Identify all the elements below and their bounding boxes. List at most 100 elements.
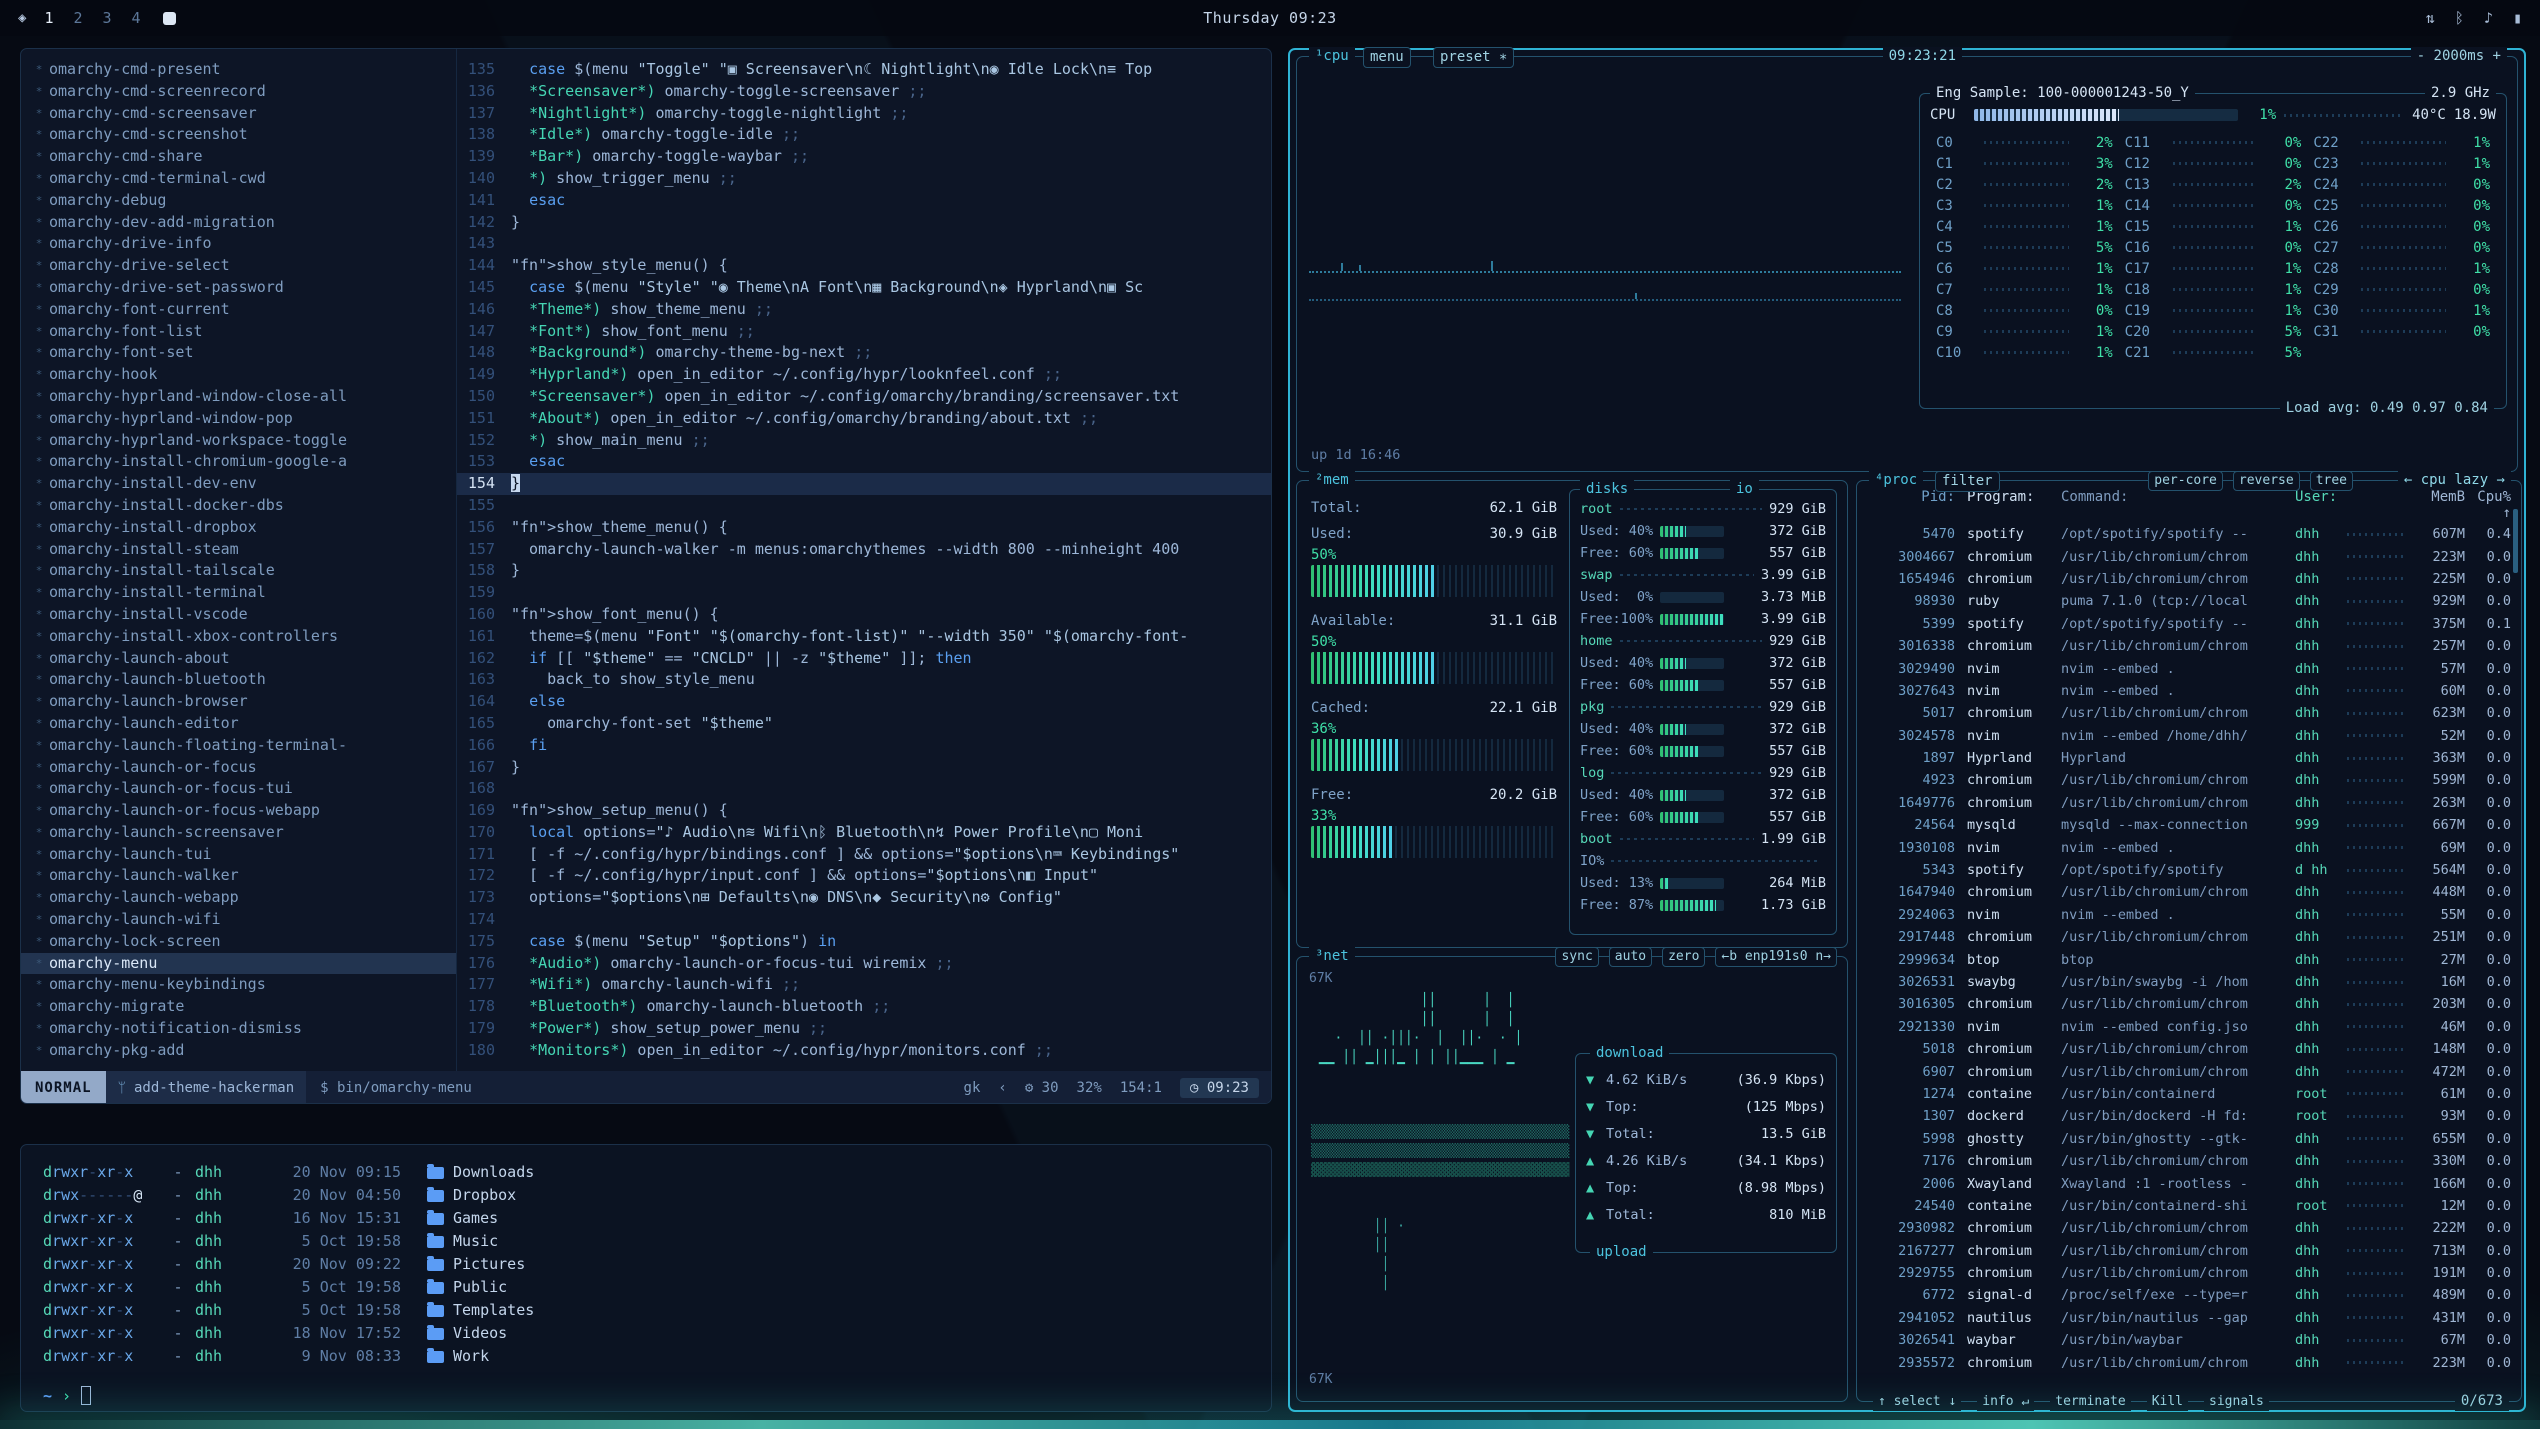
file-row[interactable]: drwxr-xr-x-dhh16 Nov 15:31Games	[43, 1207, 1249, 1230]
code-line[interactable]: 177 *Wifi*) omarchy-launch-wifi ;;	[457, 974, 1271, 996]
tree-item[interactable]: *omarchy-debug	[21, 190, 456, 212]
tree-item[interactable]: *omarchy-hook	[21, 364, 456, 386]
header-mem[interactable]: MemB	[2409, 489, 2465, 521]
code-line[interactable]: 156"fn">show_theme_menu() {	[457, 517, 1271, 539]
proc-footer-terminate[interactable]: terminate	[2050, 1393, 2130, 1411]
process-row[interactable]: 5018chromium/usr/lib/chromium/chromdhh14…	[1867, 1038, 2511, 1060]
process-row[interactable]: 3026541waybar/usr/bin/waybardhh67M0.0	[1867, 1329, 2511, 1351]
network-arrows-icon[interactable]: ⇅	[2426, 9, 2435, 27]
tree-item[interactable]: *omarchy-launch-browser	[21, 691, 456, 713]
tree-item[interactable]: *omarchy-drive-select	[21, 255, 456, 277]
file-row[interactable]: drwxr-xr-x-dhh5 Oct 19:58Music	[43, 1230, 1249, 1253]
tree-item[interactable]: *omarchy-migrate	[21, 996, 456, 1018]
code-editor[interactable]: 135 case $(menu "Toggle" "▣ Screensaver\…	[457, 49, 1271, 1071]
process-row[interactable]: 3024578nvimnvim --embed /home/dhh/dhh52M…	[1867, 725, 2511, 747]
tree-item[interactable]: *omarchy-dev-add-migration	[21, 212, 456, 234]
code-line[interactable]: 163 back_to show_style_menu	[457, 669, 1271, 691]
process-row[interactable]: 4923chromium/usr/lib/chromium/chromdhh59…	[1867, 769, 2511, 791]
process-row[interactable]: 24564mysqldmysqld --max-connection999667…	[1867, 814, 2511, 836]
tree-item[interactable]: *omarchy-launch-or-focus	[21, 757, 456, 779]
tree-item[interactable]: *omarchy-drive-set-password	[21, 277, 456, 299]
tree-item[interactable]: *omarchy-launch-wifi	[21, 909, 456, 931]
battery-icon[interactable]: ▮	[2513, 9, 2522, 27]
code-line[interactable]: 160"fn">show_font_menu() {	[457, 604, 1271, 626]
tree-item[interactable]: *omarchy-launch-floating-terminal-	[21, 735, 456, 757]
tree-item[interactable]: *omarchy-drive-info	[21, 233, 456, 255]
code-line[interactable]: 136 *Screensaver*) omarchy-toggle-screen…	[457, 81, 1271, 103]
process-row[interactable]: 2006XwaylandXwayland :1 -rootless -dhh16…	[1867, 1172, 2511, 1194]
tree-item[interactable]: *omarchy-install-steam	[21, 539, 456, 561]
proc-footer--select-[interactable]: ↑ select ↓	[1873, 1393, 1961, 1411]
code-line[interactable]: 153 esac	[457, 451, 1271, 473]
workspace-4[interactable]: 4	[132, 9, 141, 27]
tree-item[interactable]: *omarchy-install-dropbox	[21, 517, 456, 539]
proc-footer-info-[interactable]: info ↵	[1977, 1393, 2034, 1411]
code-line[interactable]: 149 *Hyprland*) open_in_editor ~/.config…	[457, 364, 1271, 386]
tree-item[interactable]: *omarchy-install-vscode	[21, 604, 456, 626]
header-pid[interactable]: Pid:	[1867, 489, 1955, 521]
tree-item[interactable]: *omarchy-launch-editor	[21, 713, 456, 735]
tree-item[interactable]: *omarchy-launch-screensaver	[21, 822, 456, 844]
update-interval-control[interactable]: - 2000ms +	[2411, 47, 2507, 66]
process-row[interactable]: 5998ghostty/usr/bin/ghostty --gtk-dhh655…	[1867, 1128, 2511, 1150]
code-line[interactable]: 161 theme=$(menu "Font" "$(omarchy-font-…	[457, 626, 1271, 648]
process-row[interactable]: 2167277chromium/usr/lib/chromium/chromdh…	[1867, 1240, 2511, 1262]
code-line[interactable]: 139 *Bar*) omarchy-toggle-waybar ;;	[457, 146, 1271, 168]
code-line[interactable]: 135 case $(menu "Toggle" "▣ Screensaver\…	[457, 59, 1271, 81]
code-line[interactable]: 154}	[457, 473, 1271, 495]
code-line[interactable]: 138 *Idle*) omarchy-toggle-idle ;;	[457, 124, 1271, 146]
header-user[interactable]: User:	[2295, 489, 2347, 521]
tree-item[interactable]: *omarchy-font-list	[21, 321, 456, 343]
tree-item[interactable]: *omarchy-cmd-share	[21, 146, 456, 168]
proc-footer-signals[interactable]: signals	[2204, 1393, 2269, 1411]
file-row[interactable]: drwxr-xr-x-dhh5 Oct 19:58Templates	[43, 1299, 1249, 1322]
tree-item[interactable]: *omarchy-font-set	[21, 342, 456, 364]
code-line[interactable]: 178 *Bluetooth*) omarchy-launch-bluetoot…	[457, 996, 1271, 1018]
process-row[interactable]: 2924063nvimnvim --embed .dhh55M0.0	[1867, 904, 2511, 926]
tree-item[interactable]: *omarchy-launch-or-focus-tui	[21, 778, 456, 800]
tree-item[interactable]: *omarchy-lock-screen	[21, 931, 456, 953]
process-row[interactable]: 2935572chromium/usr/lib/chromium/chromdh…	[1867, 1351, 2511, 1373]
process-row[interactable]: 1897HyprlandHyprlanddhh363M0.0	[1867, 747, 2511, 769]
tree-item[interactable]: *omarchy-install-docker-dbs	[21, 495, 456, 517]
tree-item[interactable]: *omarchy-launch-walker	[21, 865, 456, 887]
code-line[interactable]: 147 *Font*) show_font_menu ;;	[457, 321, 1271, 343]
tree-item[interactable]: *omarchy-cmd-screenshot	[21, 124, 456, 146]
code-line[interactable]: 176 *Audio*) omarchy-launch-or-focus-tui…	[457, 953, 1271, 975]
tree-item[interactable]: *omarchy-menu	[21, 953, 456, 975]
proc-control-tree[interactable]: tree	[2310, 471, 2353, 491]
file-row[interactable]: drwxr-xr-x-dhh9 Nov 08:33Work	[43, 1345, 1249, 1368]
process-row[interactable]: 1647940chromium/usr/lib/chromium/chromdh…	[1867, 881, 2511, 903]
file-row[interactable]: drwxr-xr-x-dhh20 Nov 09:15Downloads	[43, 1161, 1249, 1184]
shell-prompt[interactable]: ~ ›	[43, 1386, 1249, 1405]
process-row[interactable]: 3026531swaybg/usr/bin/swaybg -i /homdhh1…	[1867, 971, 2511, 993]
code-line[interactable]: 168	[457, 778, 1271, 800]
proc-control-reverse[interactable]: reverse	[2233, 471, 2300, 491]
tree-item[interactable]: *omarchy-launch-webapp	[21, 887, 456, 909]
code-line[interactable]: 172 [ -f ~/.config/hypr/input.conf ] && …	[457, 865, 1271, 887]
process-row[interactable]: 2929755chromium/usr/lib/chromium/chromdh…	[1867, 1262, 2511, 1284]
scrollbar[interactable]	[2513, 509, 2518, 573]
tree-item[interactable]: *omarchy-launch-bluetooth	[21, 669, 456, 691]
code-line[interactable]: 179 *Power*) show_setup_power_menu ;;	[457, 1018, 1271, 1040]
process-row[interactable]: 3027643nvimnvim --embed .dhh60M0.0	[1867, 680, 2511, 702]
bluetooth-icon[interactable]: ᛒ	[2455, 9, 2464, 27]
header-cpu[interactable]: Cpu% ↑	[2465, 489, 2511, 521]
code-line[interactable]: 150 *Screensaver*) open_in_editor ~/.con…	[457, 386, 1271, 408]
clock[interactable]: Thursday 09:23	[1203, 9, 1336, 27]
header-program[interactable]: Program:	[1955, 489, 2061, 521]
tree-item[interactable]: *omarchy-install-tailscale	[21, 560, 456, 582]
volume-icon[interactable]: ♪	[2484, 9, 2493, 27]
code-line[interactable]: 171 [ -f ~/.config/hypr/bindings.conf ] …	[457, 844, 1271, 866]
code-line[interactable]: 158}	[457, 560, 1271, 582]
file-row[interactable]: drwxr-xr-x-dhh18 Nov 17:52Videos	[43, 1322, 1249, 1345]
process-row[interactable]: 5343spotify/opt/spotify/spotifyd hh564M0…	[1867, 859, 2511, 881]
code-line[interactable]: 143	[457, 233, 1271, 255]
tree-item[interactable]: *omarchy-launch-or-focus-webapp	[21, 800, 456, 822]
tree-item[interactable]: *omarchy-cmd-terminal-cwd	[21, 168, 456, 190]
process-row[interactable]: 1654946chromium/usr/lib/chromium/chromdh…	[1867, 568, 2511, 590]
process-row[interactable]: 5017chromium/usr/lib/chromium/chromdhh62…	[1867, 702, 2511, 724]
code-line[interactable]: 174	[457, 909, 1271, 931]
tree-item[interactable]: *omarchy-launch-about	[21, 648, 456, 670]
code-line[interactable]: 157 omarchy-launch-walker -m menus:omarc…	[457, 539, 1271, 561]
